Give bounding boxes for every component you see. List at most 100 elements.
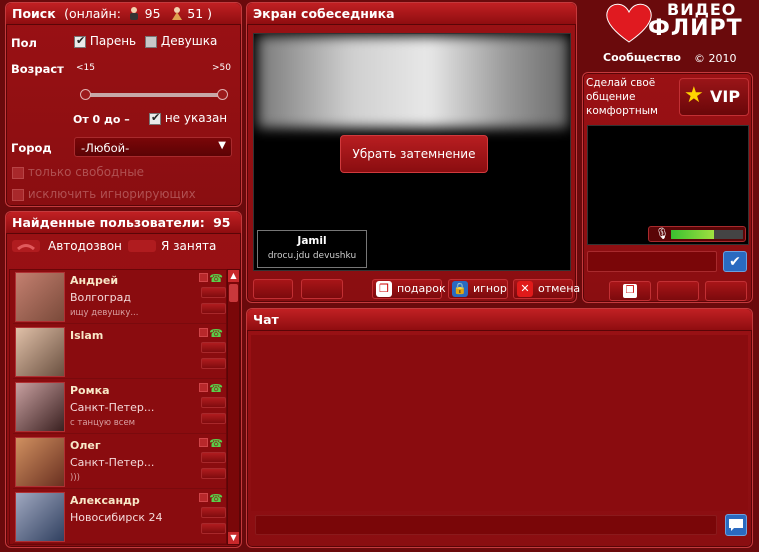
ignore-button[interactable]: 🔒 игнор (448, 279, 508, 299)
chat-input[interactable] (255, 515, 717, 535)
community-link[interactable]: Сообщество (603, 51, 681, 64)
gender-male-option[interactable]: Парень (74, 34, 136, 48)
send-message-icon[interactable] (725, 514, 747, 536)
user-city: Волгоград (70, 291, 131, 304)
only-free-checkbox[interactable] (12, 166, 24, 179)
scroll-down-icon[interactable]: ▼ (228, 532, 239, 544)
user-note: ))) (70, 473, 80, 483)
star-icon: ★ (684, 83, 704, 108)
close-icon: ✕ (517, 281, 533, 297)
partner-video: Убрать затемнение Jamil drocu.jdu devush… (253, 33, 571, 271)
vip-button[interactable]: ★ VIP (679, 78, 749, 116)
found-users-header: Найденные пользователи: 95 (6, 212, 241, 234)
my-gift-button[interactable]: ❒ (609, 281, 651, 301)
call-phone-icon[interactable]: ☎ (209, 382, 223, 395)
my-settings-button[interactable] (705, 281, 747, 301)
user-flag-icon[interactable] (199, 493, 208, 502)
chat-log (251, 335, 748, 511)
scroll-up-icon[interactable]: ▲ (228, 270, 239, 282)
mic-level-bar (671, 230, 743, 239)
city-select-value: -Любой- (81, 141, 130, 155)
user-profile-button[interactable] (201, 342, 226, 353)
avatar[interactable] (15, 437, 65, 487)
user-name: Islam (70, 329, 104, 342)
user-flag-icon[interactable] (199, 273, 208, 282)
age-slider-min-handle[interactable] (80, 89, 91, 100)
gender-female-label: Девушка (160, 34, 218, 48)
partner-screen-header: Экран собеседника (247, 3, 576, 25)
status-input[interactable] (587, 251, 717, 272)
call-phone-icon[interactable]: ☎ (209, 272, 223, 285)
age-slider-track[interactable] (84, 93, 226, 97)
user-name: Андрей (70, 274, 119, 287)
partner-webcam-button[interactable] (301, 279, 343, 299)
user-profile-button[interactable] (201, 287, 226, 298)
user-profile-button[interactable] (201, 397, 226, 408)
gender-label: Пол (11, 36, 37, 50)
age-unspecified-option[interactable]: не указан (149, 111, 227, 125)
user-list-scrollbar[interactable]: ▲ ▼ (227, 269, 240, 545)
city-select[interactable]: -Любой- ▼ (74, 137, 232, 157)
my-camera-panel: Сделай своё общение комфортным ★ VIP 🎙 ✔… (582, 72, 753, 303)
list-item[interactable]: Ромка Санкт-Петер... с танцую всем ☎ (13, 380, 226, 434)
gift-label: подарок (397, 282, 446, 295)
mic-level-control[interactable]: 🎙 (648, 226, 746, 242)
confirm-check-icon[interactable]: ✔ (723, 251, 747, 272)
user-flag-icon[interactable] (199, 438, 208, 447)
user-message-button[interactable] (201, 413, 226, 424)
my-webcam-button[interactable] (657, 281, 699, 301)
partner-profile-button[interactable] (253, 279, 293, 299)
age-slider-max-handle[interactable] (217, 89, 228, 100)
busy-label[interactable]: Я занята (161, 239, 216, 253)
list-item[interactable]: Андрей Волгоград ищу девушку... ☎ (13, 270, 226, 324)
autodial-label[interactable]: Автодозвон (48, 239, 122, 253)
user-message-button[interactable] (201, 523, 226, 534)
partner-status: drocu.jdu devushku (267, 251, 357, 261)
user-flag-icon[interactable] (199, 383, 208, 392)
list-item[interactable]: Олег Санкт-Петер... ))) ☎ (13, 435, 226, 489)
user-message-button[interactable] (201, 358, 226, 369)
user-city: Санкт-Петер... (70, 401, 155, 414)
age-range-text: От 0 до – (73, 113, 130, 126)
call-phone-icon[interactable]: ☎ (209, 437, 223, 450)
avatar[interactable] (15, 492, 65, 542)
gender-male-checkbox[interactable] (74, 35, 86, 48)
online-label: (онлайн: (64, 6, 121, 21)
partner-info-box: Jamil drocu.jdu devushku (257, 230, 367, 268)
cancel-button[interactable]: ✕ отмена (513, 279, 580, 299)
user-message-button[interactable] (201, 468, 226, 479)
remove-blur-button[interactable]: Убрать затемнение (340, 135, 488, 173)
list-item[interactable]: Islam ☎ (13, 325, 226, 379)
busy-toggle[interactable] (128, 240, 156, 252)
user-name: Александр (70, 494, 140, 507)
gender-male-label: Парень (89, 34, 137, 48)
online-male-count: 95 (144, 6, 161, 21)
microphone-icon: 🎙 (655, 227, 669, 240)
avatar[interactable] (15, 382, 65, 432)
gender-female-checkbox[interactable] (145, 35, 157, 48)
ignore-label: игнор (473, 282, 507, 295)
autodial-phone-icon[interactable] (12, 240, 40, 252)
gift-button[interactable]: ❒ подарок (372, 279, 446, 299)
exclude-ignoring-checkbox[interactable] (12, 188, 24, 201)
avatar[interactable] (15, 327, 65, 377)
heart-logo-icon (604, 0, 654, 47)
user-list: Андрей Волгоград ищу девушку... ☎ Islam … (9, 269, 227, 545)
search-panel: Поиск (онлайн: 95 51 ) Пол Парень Девушк… (5, 2, 242, 207)
call-phone-icon[interactable]: ☎ (209, 327, 223, 340)
call-phone-icon[interactable]: ☎ (209, 492, 223, 505)
user-city: Новосибирск 24 (70, 511, 163, 524)
list-item[interactable]: Александр Новосибирск 24 ☎ (13, 490, 226, 544)
scroll-thumb[interactable] (229, 284, 238, 302)
user-profile-button[interactable] (201, 507, 226, 518)
age-unspecified-checkbox[interactable] (149, 112, 161, 125)
user-profile-button[interactable] (201, 452, 226, 463)
exclude-ignoring-option[interactable]: исключить игнорирующих (12, 187, 196, 201)
avatar[interactable] (15, 272, 65, 322)
user-note: с танцую всем (70, 418, 136, 428)
user-message-button[interactable] (201, 303, 226, 314)
only-free-option[interactable]: только свободные (12, 165, 144, 179)
user-flag-icon[interactable] (199, 328, 208, 337)
only-free-label: только свободные (27, 165, 145, 179)
gender-female-option[interactable]: Девушка (145, 34, 217, 48)
